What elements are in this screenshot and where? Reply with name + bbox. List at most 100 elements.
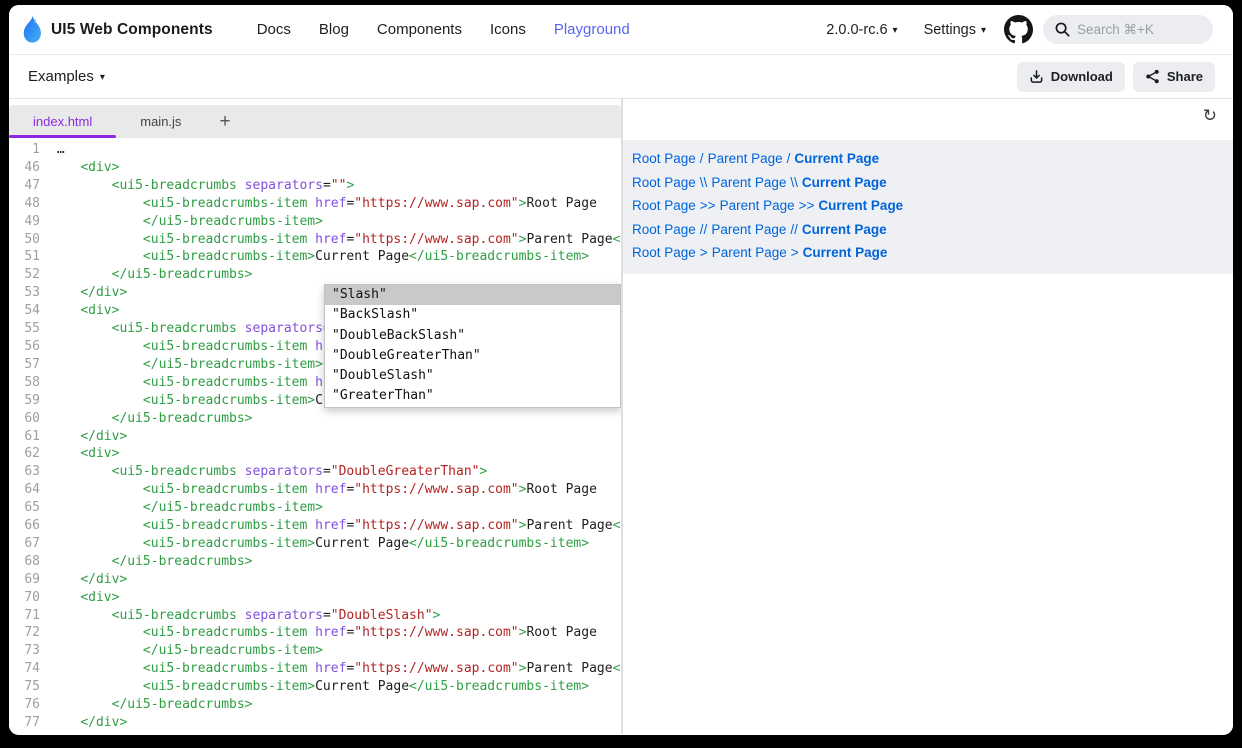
- line-number: 55: [9, 320, 49, 338]
- autocomplete-option[interactable]: "Slash": [325, 285, 620, 305]
- github-icon: [1004, 15, 1033, 44]
- breadcrumb-separator: //: [786, 222, 802, 237]
- line-number: 59: [9, 392, 49, 410]
- download-label: Download: [1051, 69, 1113, 84]
- code-editor-pane: index.htmlmain.js+ 1 …46 <div>47 <ui5-br…: [9, 99, 621, 734]
- autocomplete-option[interactable]: "DoubleGreaterThan": [325, 346, 620, 366]
- line-number: 46: [9, 159, 49, 177]
- chevron-down-icon: ▾: [981, 25, 986, 36]
- ui5-logo-flame-icon: [19, 15, 43, 45]
- code-line: 48 <ui5-breadcrumbs-item href="https://w…: [9, 195, 621, 213]
- breadcrumb-link[interactable]: Parent Page: [711, 175, 786, 190]
- code-line: 62 <div>: [9, 445, 621, 463]
- line-text: <div>: [49, 445, 621, 463]
- line-number: 63: [9, 463, 49, 481]
- nav-link-icons[interactable]: Icons: [476, 21, 540, 38]
- line-text: <ui5-breadcrumbs-item href="https://www.…: [49, 481, 621, 499]
- breadcrumb-separator: /: [783, 151, 795, 166]
- breadcrumb-separator: /: [696, 151, 708, 166]
- tab-main-js[interactable]: main.js: [116, 105, 205, 138]
- share-button[interactable]: Share: [1133, 62, 1215, 92]
- code-line: 64 <ui5-breadcrumbs-item href="https://w…: [9, 481, 621, 499]
- line-number: 51: [9, 248, 49, 266]
- code-line: 51 <ui5-breadcrumbs-item>Current Page</u…: [9, 248, 621, 266]
- tab-index-html[interactable]: index.html: [9, 105, 116, 138]
- nav-link-components[interactable]: Components: [363, 21, 476, 38]
- download-button[interactable]: Download: [1017, 62, 1125, 92]
- line-text: <ui5-breadcrumbs-item>Current Page</ui5-…: [49, 248, 621, 266]
- line-text: <ui5-breadcrumbs-item href="https://www.…: [49, 624, 621, 642]
- line-number: 54: [9, 302, 49, 320]
- line-number: 74: [9, 660, 49, 678]
- code-line: 69 </div>: [9, 571, 621, 589]
- breadcrumbs-row: Root Page/Parent Page/Current Page: [632, 147, 1223, 171]
- line-number: 68: [9, 553, 49, 571]
- preview-topbar: ↻: [623, 99, 1233, 140]
- line-text: </div>: [49, 571, 621, 589]
- line-text: </ui5-breadcrumbs-item>: [49, 642, 621, 660]
- code-area[interactable]: 1 …46 <div>47 <ui5-breadcrumbs separator…: [9, 138, 621, 734]
- breadcrumb-link[interactable]: Parent Page: [708, 151, 783, 166]
- breadcrumbs-row: Root Page//Parent Page//Current Page: [632, 218, 1223, 242]
- line-text: <div>: [49, 159, 621, 177]
- examples-dropdown[interactable]: Examples ▾: [28, 68, 105, 85]
- line-number: 58: [9, 374, 49, 392]
- breadcrumb-separator: >>: [795, 198, 819, 213]
- nav-link-playground[interactable]: Playground: [540, 21, 644, 38]
- breadcrumb-separator: >>: [696, 198, 720, 213]
- add-tab-button[interactable]: +: [205, 105, 244, 138]
- breadcrumb-link[interactable]: Parent Page: [711, 222, 786, 237]
- refresh-icon[interactable]: ↻: [1203, 108, 1217, 125]
- breadcrumb-current-page: Current Page: [818, 198, 903, 213]
- code-line: 76 </ui5-breadcrumbs>: [9, 696, 621, 714]
- toolbar-actions: Download Share: [1017, 62, 1215, 92]
- nav-link-docs[interactable]: Docs: [243, 21, 305, 38]
- breadcrumb-link[interactable]: Root Page: [632, 222, 696, 237]
- line-text: </ui5-breadcrumbs-item>: [49, 499, 621, 517]
- nav-link-blog[interactable]: Blog: [305, 21, 363, 38]
- code-line: 60 </ui5-breadcrumbs>: [9, 410, 621, 428]
- breadcrumb-link[interactable]: Root Page: [632, 198, 696, 213]
- line-text: <ui5-breadcrumbs-item href="https://www.…: [49, 231, 621, 249]
- code-line: 67 <ui5-breadcrumbs-item>Current Page</u…: [9, 535, 621, 553]
- code-line: 74 <ui5-breadcrumbs-item href="https://w…: [9, 660, 621, 678]
- autocomplete-option[interactable]: "BackSlash": [325, 305, 620, 325]
- line-text: <div>: [49, 732, 621, 734]
- autocomplete-option[interactable]: "DoubleBackSlash": [325, 326, 620, 346]
- breadcrumb-link[interactable]: Parent Page: [720, 198, 795, 213]
- code-line: 49 </ui5-breadcrumbs-item>: [9, 213, 621, 231]
- line-text: <ui5-breadcrumbs separators="DoubleGreat…: [49, 463, 621, 481]
- line-number: 67: [9, 535, 49, 553]
- line-number: 69: [9, 571, 49, 589]
- navbar: UI5 Web Components DocsBlogComponentsIco…: [9, 5, 1233, 55]
- navbar-right: 2.0.0-rc.6 ▾ Settings ▾ Search ⌘+K: [818, 15, 1213, 44]
- examples-toolbar: Examples ▾ Download Sha: [9, 55, 1233, 99]
- examples-label: Examples: [28, 68, 94, 85]
- breadcrumb-link[interactable]: Root Page: [632, 151, 696, 166]
- breadcrumbs-row: Root Page>>Parent Page>>Current Page: [632, 194, 1223, 218]
- line-number: 76: [9, 696, 49, 714]
- breadcrumbs-row: Root Page>Parent Page>Current Page: [632, 241, 1223, 265]
- breadcrumb-separator: \\: [696, 175, 712, 190]
- share-label: Share: [1167, 69, 1203, 84]
- main-nav: DocsBlogComponentsIconsPlayground: [243, 21, 644, 38]
- breadcrumb-link[interactable]: Root Page: [632, 175, 696, 190]
- brand[interactable]: UI5 Web Components: [19, 15, 213, 45]
- code-line: 61 </div>: [9, 428, 621, 446]
- line-number: 65: [9, 499, 49, 517]
- breadcrumbs-row: Root Page\\Parent Page\\Current Page: [632, 171, 1223, 195]
- version-dropdown[interactable]: 2.0.0-rc.6 ▾: [818, 22, 905, 38]
- github-link[interactable]: [1004, 15, 1033, 44]
- breadcrumb-link[interactable]: Root Page: [632, 245, 696, 260]
- search-input[interactable]: Search ⌘+K: [1043, 15, 1213, 44]
- settings-label: Settings: [924, 22, 976, 38]
- line-number: 62: [9, 445, 49, 463]
- line-number: 71: [9, 607, 49, 625]
- settings-dropdown[interactable]: Settings ▾: [916, 22, 994, 38]
- version-label: 2.0.0-rc.6: [826, 22, 887, 38]
- autocomplete-option[interactable]: "DoubleSlash": [325, 366, 620, 386]
- code-line: 50 <ui5-breadcrumbs-item href="https://w…: [9, 231, 621, 249]
- breadcrumb-link[interactable]: Parent Page: [712, 245, 787, 260]
- code-line: 52 </ui5-breadcrumbs>: [9, 266, 621, 284]
- autocomplete-option[interactable]: "GreaterThan": [325, 386, 620, 406]
